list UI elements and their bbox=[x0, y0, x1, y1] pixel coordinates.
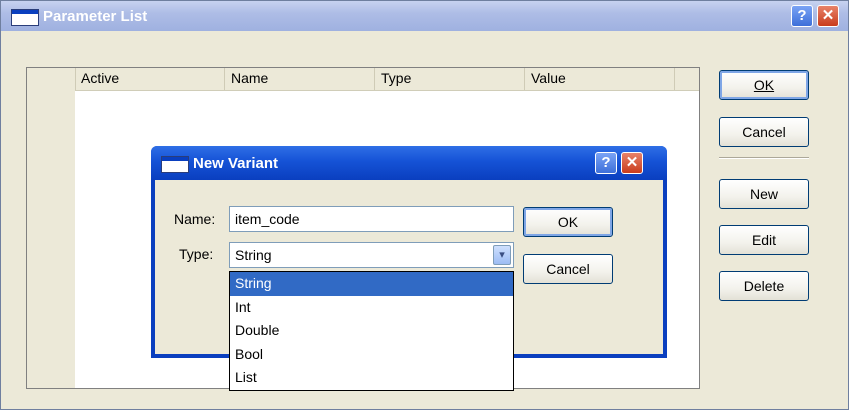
type-label: Type: bbox=[179, 246, 214, 262]
cancel-button[interactable]: Cancel bbox=[719, 117, 809, 147]
type-option-bool[interactable]: Bool bbox=[230, 343, 513, 367]
row-gutter bbox=[27, 90, 75, 388]
edit-button[interactable]: Edit bbox=[719, 225, 809, 255]
help-icon[interactable]: ? bbox=[595, 152, 617, 174]
column-header-type[interactable]: Type bbox=[375, 68, 525, 90]
window-title: Parameter List bbox=[43, 8, 148, 25]
column-header-active[interactable]: Active bbox=[75, 68, 225, 90]
new-variant-titlebar[interactable]: New Variant ? ✕ bbox=[151, 146, 667, 180]
type-select[interactable]: String ▾ bbox=[229, 242, 514, 268]
table-header: Active Name Type Value bbox=[27, 68, 699, 91]
delete-button[interactable]: Delete bbox=[719, 271, 809, 301]
ok-button[interactable]: OK bbox=[719, 70, 809, 100]
dialog-cancel-button[interactable]: Cancel bbox=[523, 254, 613, 284]
parameter-list-titlebar[interactable]: Parameter List ? ✕ bbox=[1, 1, 848, 31]
type-dropdown-list[interactable]: String Int Double Bool List bbox=[229, 271, 514, 391]
dropdown-arrow-icon[interactable]: ▾ bbox=[493, 245, 511, 265]
type-select-value: String bbox=[235, 247, 272, 263]
help-icon[interactable]: ? bbox=[791, 5, 813, 27]
window-icon bbox=[161, 156, 189, 173]
row-header-gutter bbox=[27, 68, 76, 90]
close-icon[interactable]: ✕ bbox=[817, 5, 839, 27]
dialog-title: New Variant bbox=[193, 155, 279, 172]
ok-button-label: OK bbox=[753, 77, 775, 93]
window-icon bbox=[11, 9, 39, 26]
type-option-double[interactable]: Double bbox=[230, 319, 513, 343]
type-option-string[interactable]: String bbox=[230, 272, 513, 296]
column-header-name[interactable]: Name bbox=[225, 68, 375, 90]
type-option-int[interactable]: Int bbox=[230, 296, 513, 320]
column-header-value[interactable]: Value bbox=[525, 68, 675, 90]
button-separator bbox=[719, 157, 809, 159]
dialog-ok-button[interactable]: OK bbox=[523, 207, 613, 237]
type-option-list[interactable]: List bbox=[230, 366, 513, 390]
name-label: Name: bbox=[174, 211, 216, 227]
new-button[interactable]: New bbox=[719, 179, 809, 209]
close-icon[interactable]: ✕ bbox=[621, 152, 643, 174]
name-input[interactable]: item_code bbox=[229, 206, 514, 232]
